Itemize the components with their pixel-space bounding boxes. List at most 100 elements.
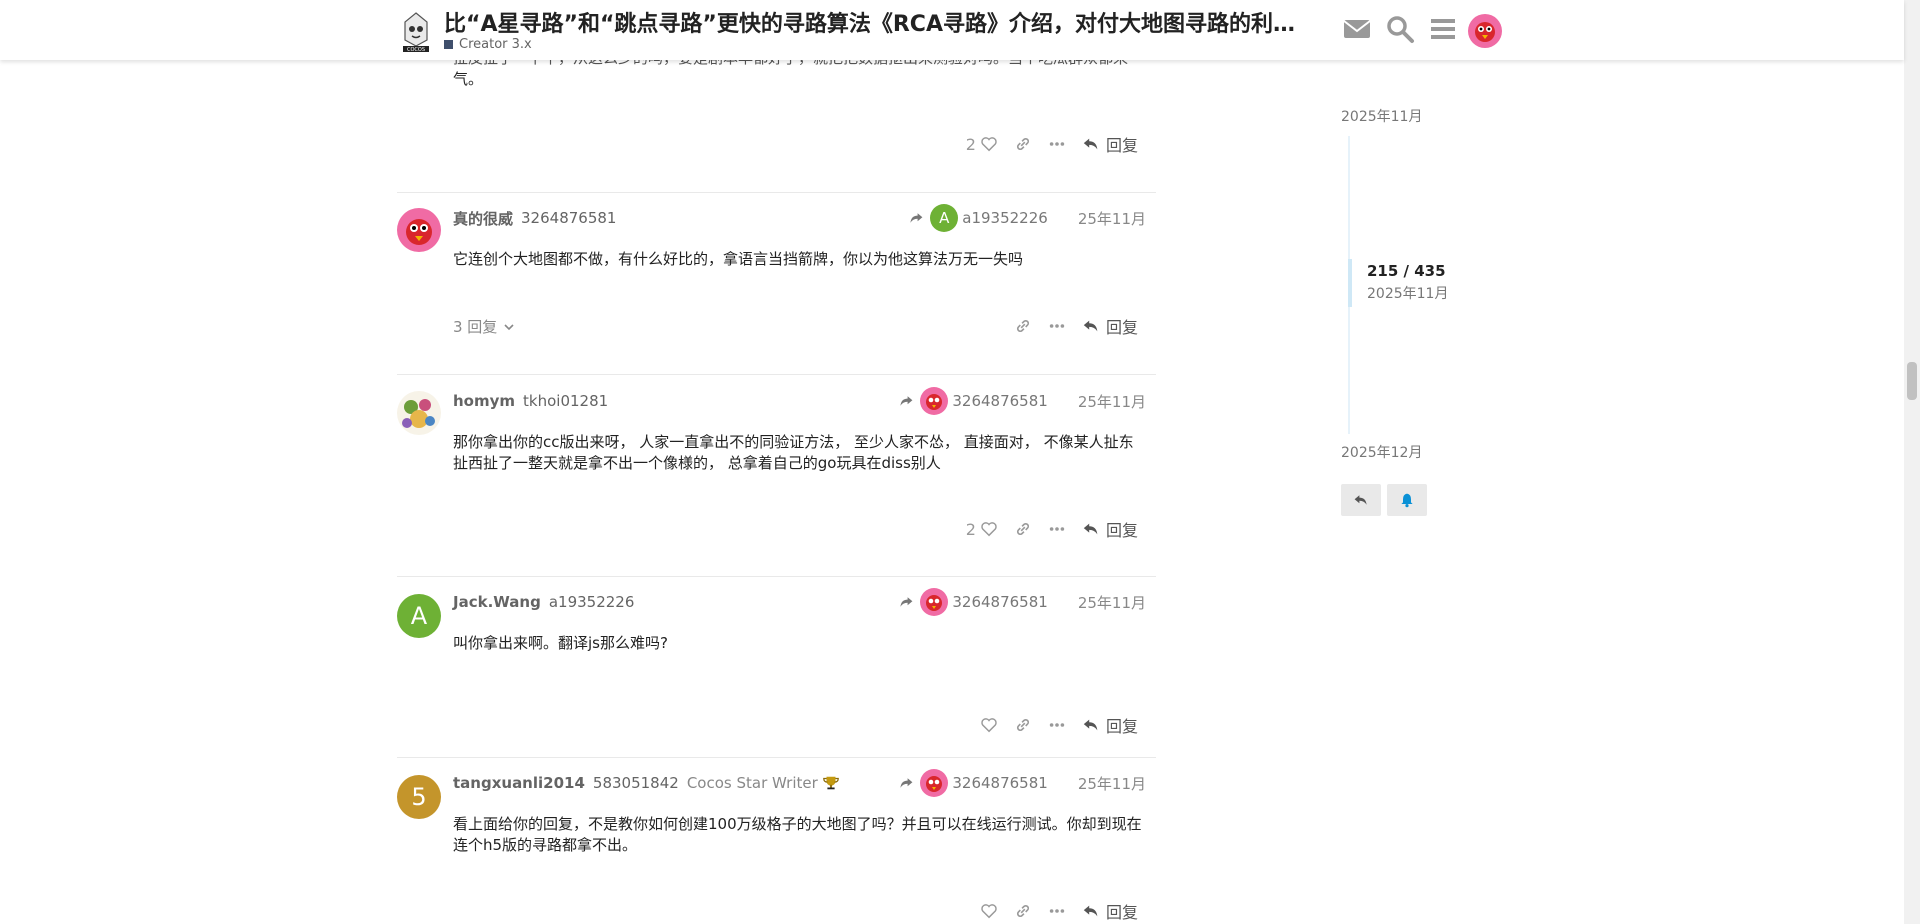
page-scrollbar-thumb[interactable] — [1907, 362, 1917, 400]
reply-button[interactable]: 回复 — [1074, 896, 1146, 924]
reply-icon — [1083, 138, 1098, 150]
post: A Jack.Wang a19352226 3264876581 25年11月 … — [397, 576, 1156, 757]
reply-to-username: a19352226 — [962, 209, 1048, 227]
post-body-line: 连个h5版的寻路都拿不出。 — [453, 836, 638, 854]
cocos-logo[interactable]: COCOS — [401, 10, 431, 53]
share-link-button[interactable] — [1006, 896, 1040, 924]
share-arrow-icon — [900, 396, 913, 406]
search-icon[interactable] — [1385, 14, 1415, 44]
reply-button[interactable]: 回复 — [1074, 129, 1146, 159]
post-date[interactable]: 25年11月 — [1078, 773, 1146, 794]
trophy-icon — [822, 776, 839, 790]
timeline-start-date[interactable]: 2025年11月 — [1341, 106, 1422, 126]
timeline-end-date[interactable]: 2025年12月 — [1341, 442, 1422, 462]
reply-button[interactable]: 回复 — [1074, 710, 1146, 740]
reply-button[interactable]: 回复 — [1074, 311, 1146, 341]
site-header: COCOS 比“A星寻路”和“跳点寻路”更快的寻路算法《RCA寻路》介绍，对付大… — [0, 0, 1904, 60]
ellipsis-icon — [1049, 723, 1065, 727]
user-avatar[interactable] — [1468, 14, 1502, 48]
reply-to-tab[interactable]: 3264876581 — [898, 588, 1048, 616]
link-icon — [1016, 522, 1030, 536]
poster-avatar[interactable] — [397, 391, 441, 435]
post-body: 看上面给你的回复，不是教你如何创建100万级格子的大地图了吗？并且可以在线运行测… — [453, 814, 1143, 856]
share-arrow-icon — [910, 213, 923, 223]
post-date[interactable]: 25年11月 — [1078, 208, 1146, 229]
like-button[interactable] — [972, 896, 1006, 924]
username[interactable]: Jack.Wang — [453, 593, 541, 611]
user-handle[interactable]: 583051842 — [593, 774, 679, 792]
link-icon — [1016, 137, 1030, 151]
reply-to-tab[interactable]: A a19352226 — [908, 204, 1048, 232]
reply-to-username: 3264876581 — [952, 593, 1048, 611]
post-meta: Jack.Wang a19352226 3264876581 25年11月 — [453, 588, 1146, 616]
username[interactable]: 真的很威 — [453, 208, 513, 229]
user-handle[interactable]: tkhoi01281 — [523, 392, 608, 410]
post-date[interactable]: 25年11月 — [1078, 391, 1146, 412]
more-actions-button[interactable] — [1040, 896, 1074, 924]
post-meta: 真的很威 3264876581 A a19352226 25年11月 — [453, 204, 1146, 232]
page-scrollbar[interactable] — [1904, 0, 1920, 924]
post-body: 那你拿出你的cc版出来呀， 人家一直拿出不的同验证方法， 至少人家不怂， 直接面… — [453, 432, 1143, 474]
hamburger-menu-icon[interactable] — [1428, 14, 1458, 44]
post-body-line: 那你拿出你的cc版出来呀， 人家一直拿出不的同验证方法， 至少人家不怂， 直接面… — [453, 433, 1134, 451]
user-handle[interactable]: 3264876581 — [521, 209, 616, 227]
reply-label: 回复 — [1105, 521, 1138, 540]
post-body-line: 看上面给你的回复，不是教你如何创建100万级格子的大地图了吗？并且可以在线运行测… — [453, 815, 1142, 833]
username[interactable]: tangxuanli2014 — [453, 774, 585, 792]
timeline-position-date: 2025年11月 — [1367, 286, 1449, 302]
replies-count: 3 回复 — [453, 318, 498, 336]
user-handle[interactable]: a19352226 — [549, 593, 635, 611]
like-button[interactable]: 2 — [958, 129, 1006, 159]
more-actions-button[interactable] — [1040, 514, 1074, 544]
topic-title[interactable]: 比“A星寻路”和“跳点寻路”更快的寻路算法《RCA寻路》介绍，对付大地图寻路的利… — [444, 6, 1312, 38]
share-link-button[interactable] — [1006, 710, 1040, 740]
heart-icon — [981, 904, 997, 919]
ellipsis-icon — [1049, 142, 1065, 146]
share-link-button[interactable] — [1006, 129, 1040, 159]
heart-icon — [981, 137, 997, 152]
category-badge[interactable]: Creator 3.x — [444, 37, 532, 52]
mail-icon[interactable] — [1342, 14, 1372, 44]
chevron-down-icon — [504, 323, 514, 330]
like-button[interactable]: 2 — [958, 514, 1006, 544]
post-body-line: 气。 — [453, 70, 484, 88]
more-actions-button[interactable] — [1040, 129, 1074, 159]
post: 5 tangxuanli2014 583051842 Cocos Star Wr… — [397, 757, 1156, 924]
more-actions-button[interactable] — [1040, 710, 1074, 740]
reply-to-avatar — [920, 588, 949, 616]
username[interactable]: homym — [453, 392, 515, 410]
link-icon — [1016, 904, 1030, 918]
reply-icon — [1083, 320, 1098, 332]
reply-to-tab[interactable]: 3264876581 — [898, 769, 1048, 797]
share-link-button[interactable] — [1006, 311, 1040, 341]
poster-avatar[interactable]: 5 — [397, 775, 441, 819]
category-label: Creator 3.x — [459, 37, 532, 52]
reply-button[interactable]: 回复 — [1074, 514, 1146, 544]
notification-level-button[interactable] — [1387, 484, 1427, 516]
poster-avatar[interactable]: A — [397, 594, 441, 638]
post-actions: 回复 — [972, 710, 1146, 740]
reply-to-tab[interactable]: 3264876581 — [898, 387, 1048, 415]
reply-to-avatar — [920, 769, 949, 797]
reply-label: 回复 — [1105, 903, 1138, 922]
avatar-letter: A — [410, 602, 428, 630]
reply-icon — [1083, 905, 1098, 917]
like-button[interactable] — [972, 710, 1006, 740]
poster-avatar[interactable] — [397, 208, 441, 252]
post: 真的很威 3264876581 A a19352226 25年11月 它连创个大… — [397, 192, 1156, 374]
post: homym tkhoi01281 3264876581 25年11月 那你拿出你… — [397, 374, 1156, 576]
timeline-scroll-handle[interactable] — [1348, 259, 1352, 307]
ellipsis-icon — [1049, 527, 1065, 531]
post-date[interactable]: 25年11月 — [1078, 592, 1146, 613]
svg-text:COCOS: COCOS — [407, 47, 425, 52]
more-actions-button[interactable] — [1040, 311, 1074, 341]
show-replies-button[interactable]: 3 回复 — [453, 316, 515, 337]
reply-to-username: 3264876581 — [952, 774, 1048, 792]
share-arrow-icon — [900, 597, 913, 607]
post-actions: 2 回复 — [958, 129, 1146, 159]
post-body: 它连创个大地图都不做，有什么好比的，拿语言当挡箭牌，你以为他这算法万无一失吗 — [453, 250, 1024, 268]
share-link-button[interactable] — [1006, 514, 1040, 544]
timeline-reply-button[interactable] — [1341, 484, 1381, 516]
post-partial: 扯皮扯了一下午，从这么少的吗，要是剧本早都好了，就把把数据抠出来测验对吗。当个吃… — [397, 48, 1156, 192]
category-color-box — [444, 40, 453, 49]
